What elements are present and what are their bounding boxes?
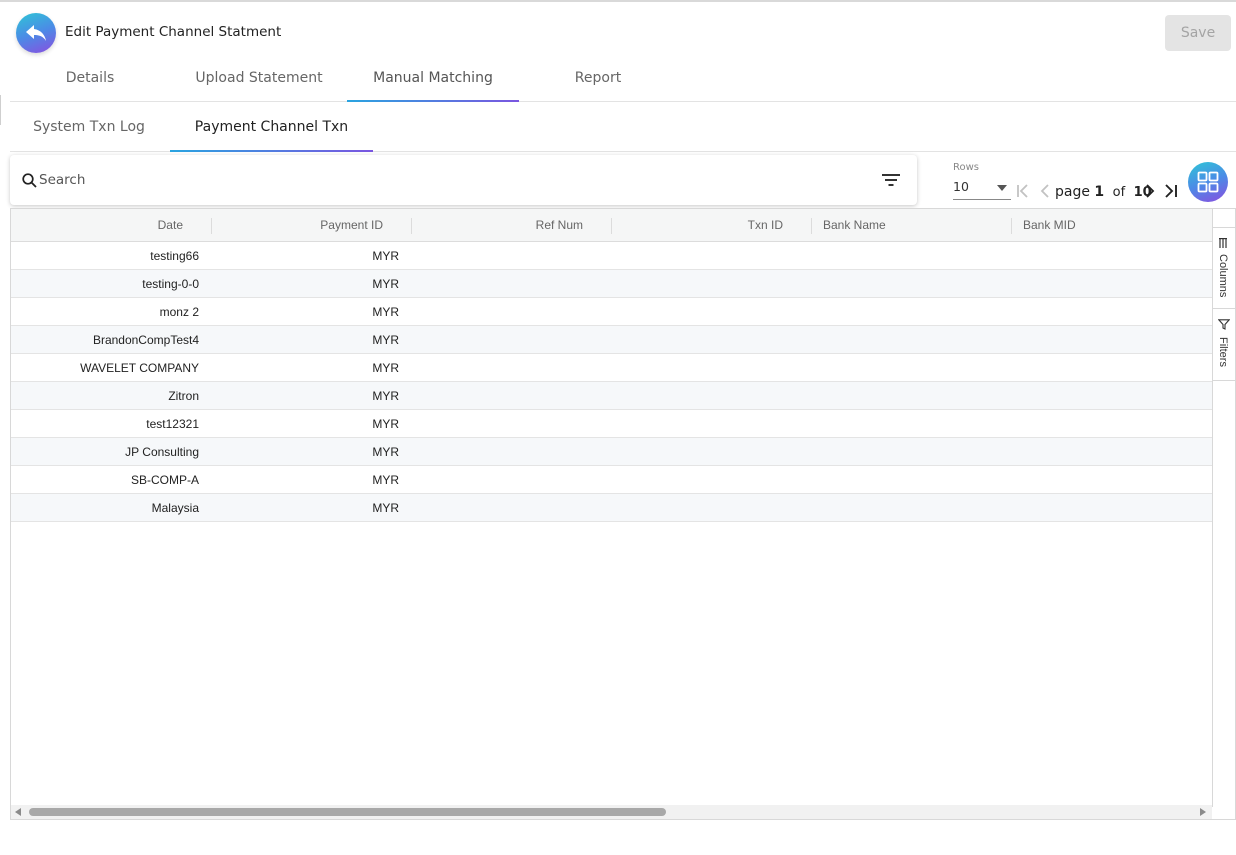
cell-date: test12321: [146, 417, 199, 431]
table-row[interactable]: WAVELET COMPANY MYR: [11, 354, 1212, 382]
rows-per-page-select[interactable]: 10: [953, 178, 1011, 200]
sub-tab-bar: System Txn Log Payment Channel Txn: [10, 103, 1236, 152]
scroll-left-icon[interactable]: [15, 808, 21, 816]
cell-payment-id: MYR: [372, 361, 399, 375]
cell-payment-id: MYR: [372, 389, 399, 403]
prev-page-icon[interactable]: [1038, 183, 1052, 199]
page-title: Edit Payment Channel Statment: [65, 24, 282, 40]
column-separator[interactable]: [1011, 218, 1012, 234]
side-tool-panel: Columns Filters: [1212, 209, 1235, 807]
columns-icon: [1219, 238, 1227, 248]
tab-details[interactable]: Details: [30, 58, 150, 102]
tab-report[interactable]: Report: [540, 58, 656, 102]
scroll-right-icon[interactable]: [1200, 808, 1206, 816]
search-bar: [10, 155, 917, 205]
cell-payment-id: MYR: [372, 417, 399, 431]
cell-payment-id: MYR: [372, 277, 399, 291]
tab-manual-matching[interactable]: Manual Matching: [347, 58, 519, 102]
rows-label: Rows: [953, 162, 980, 173]
horizontal-scrollbar[interactable]: [11, 805, 1212, 819]
cell-payment-id: MYR: [372, 249, 399, 263]
back-button[interactable]: [16, 13, 56, 53]
table-row[interactable]: testing-0-0 MYR: [11, 270, 1212, 298]
column-header-payment-id[interactable]: Payment ID: [211, 209, 383, 242]
window-top-border: [0, 0, 1236, 2]
cell-date: SB-COMP-A: [130, 473, 199, 487]
left-edge-divider: [0, 95, 3, 125]
grid-view-button[interactable]: [1188, 162, 1228, 202]
current-page: 1: [1094, 184, 1105, 200]
back-arrow-icon: [26, 25, 46, 41]
next-page-icon[interactable]: [1143, 183, 1157, 199]
main-tab-bar: Details Upload Statement Manual Matching…: [10, 58, 1236, 102]
filters-label: Filters: [1217, 337, 1229, 367]
table-row[interactable]: JP Consulting MYR: [11, 438, 1212, 466]
scrollbar-thumb[interactable]: [29, 808, 666, 816]
page-indicator: page 1 of 10: [1055, 184, 1152, 200]
funnel-icon: [1218, 319, 1230, 330]
table-row[interactable]: testing66 MYR: [11, 242, 1212, 270]
columns-panel-button[interactable]: Columns: [1213, 227, 1235, 309]
cell-date: WAVELET COMPANY: [80, 361, 199, 375]
cell-payment-id: MYR: [372, 333, 399, 347]
tab-upload-statement[interactable]: Upload Statement: [182, 58, 336, 102]
filter-lines-icon[interactable]: [882, 174, 900, 186]
table-row[interactable]: monz 2 MYR: [11, 298, 1212, 326]
grid-view-icon: [1197, 171, 1219, 193]
column-header-ref-num[interactable]: Ref Num: [411, 209, 583, 242]
last-page-icon[interactable]: [1163, 183, 1179, 199]
cell-date: BrandonCompTest4: [92, 333, 199, 347]
table-row[interactable]: SB-COMP-A MYR: [11, 466, 1212, 494]
table-row[interactable]: test12321 MYR: [11, 410, 1212, 438]
cell-date: monz 2: [159, 305, 199, 319]
grid-header: Date Payment ID Ref Num Txn ID Bank Name…: [11, 209, 1212, 242]
search-icon: [22, 173, 37, 188]
filters-panel-button[interactable]: Filters: [1213, 309, 1235, 381]
cell-date: Zitron: [168, 389, 199, 403]
data-grid: Date Payment ID Ref Num Txn ID Bank Name…: [10, 208, 1236, 820]
cell-payment-id: MYR: [372, 445, 399, 459]
cell-date: JP Consulting: [125, 445, 199, 459]
of-word: of: [1112, 185, 1126, 200]
tab-system-txn-log[interactable]: System Txn Log: [14, 103, 164, 152]
table-row[interactable]: Zitron MYR: [11, 382, 1212, 410]
cell-date: testing66: [150, 249, 199, 263]
cell-date: Malaysia: [151, 501, 199, 515]
tab-payment-channel-txn[interactable]: Payment Channel Txn: [170, 103, 373, 152]
column-header-date[interactable]: Date: [11, 209, 183, 242]
column-separator[interactable]: [811, 218, 812, 234]
rows-per-page-value: 10: [953, 179, 969, 194]
save-button[interactable]: Save: [1165, 15, 1231, 51]
cell-payment-id: MYR: [372, 305, 399, 319]
cell-date: testing-0-0: [142, 277, 199, 291]
search-input[interactable]: [39, 168, 859, 192]
column-header-bank-mid[interactable]: Bank MID: [1023, 209, 1203, 242]
cell-payment-id: MYR: [372, 501, 399, 515]
column-header-bank-name[interactable]: Bank Name: [823, 209, 1003, 242]
columns-label: Columns: [1217, 254, 1229, 298]
first-page-icon[interactable]: [1015, 183, 1031, 199]
table-row[interactable]: BrandonCompTest4 MYR: [11, 326, 1212, 354]
cell-payment-id: MYR: [372, 473, 399, 487]
table-row[interactable]: Malaysia MYR: [11, 494, 1212, 522]
grid-body: testing66 MYR testing-0-0 MYR monz 2 MYR…: [11, 242, 1212, 522]
chevron-down-icon: [997, 185, 1007, 191]
column-header-txn-id[interactable]: Txn ID: [611, 209, 783, 242]
page-word: page: [1055, 184, 1090, 200]
